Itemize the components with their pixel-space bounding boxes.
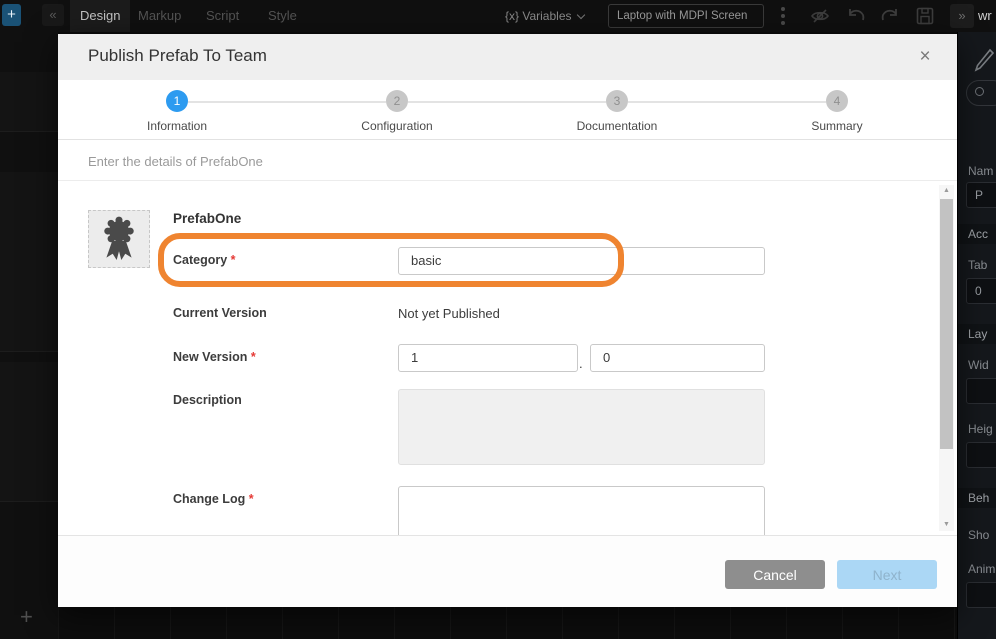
step-label: Documentation bbox=[537, 119, 697, 133]
change-log-textarea[interactable] bbox=[398, 486, 765, 535]
save-icon[interactable] bbox=[914, 5, 936, 27]
screen: + « Design Markup Script Style {x} Varia… bbox=[0, 0, 996, 639]
dialog-subtitle-row: Enter the details of PrefabOne bbox=[58, 140, 957, 181]
redo-icon[interactable] bbox=[879, 5, 901, 27]
cancel-button[interactable]: Cancel bbox=[725, 560, 825, 589]
step-information[interactable]: 1 Information bbox=[97, 90, 257, 133]
prefab-name: PrefabOne bbox=[173, 211, 241, 226]
new-version-label: New Version * bbox=[173, 350, 256, 364]
dialog-subtitle: Enter the details of PrefabOne bbox=[88, 154, 263, 169]
add-page-button[interactable]: + bbox=[20, 604, 33, 630]
tab-style[interactable]: Style bbox=[258, 0, 307, 32]
tab-script[interactable]: Script bbox=[196, 0, 249, 32]
section-behavior[interactable]: Beh bbox=[958, 488, 996, 508]
dialog-form: PrefabOne Category * basic Current Versi… bbox=[58, 181, 957, 535]
current-version-value: Not yet Published bbox=[398, 306, 500, 321]
edit-pencil-icon[interactable] bbox=[972, 48, 994, 74]
property-label-width: Wid bbox=[968, 358, 989, 372]
change-log-label: Change Log * bbox=[173, 492, 254, 506]
category-input[interactable]: basic bbox=[398, 247, 765, 275]
property-label-tabindex: Tab bbox=[968, 258, 987, 272]
wizard-steps: 1 Information 2 Configuration 3 Document… bbox=[58, 80, 957, 140]
undo-icon[interactable] bbox=[845, 5, 867, 27]
design-canvas bbox=[58, 607, 957, 639]
property-input-tabindex[interactable]: 0 bbox=[966, 278, 996, 304]
new-version-label-text: New Version bbox=[173, 350, 247, 364]
property-input-height[interactable] bbox=[966, 442, 996, 468]
variables-label: {x} Variables bbox=[505, 9, 572, 23]
step-label: Information bbox=[97, 119, 257, 133]
chevron-down-icon bbox=[576, 11, 584, 19]
properties-panel: Nam P Acc Tab 0 Lay Wid Heig Beh Sho Ani… bbox=[957, 32, 996, 639]
scrollbar-thumb[interactable] bbox=[940, 199, 953, 449]
property-input-animation[interactable] bbox=[966, 582, 996, 608]
category-label: Category * bbox=[173, 253, 236, 267]
preview-eye-off-icon[interactable] bbox=[809, 5, 831, 27]
description-textarea bbox=[398, 389, 765, 465]
version-minor-input[interactable]: 0 bbox=[590, 344, 765, 372]
add-widget-button[interactable]: + bbox=[2, 4, 21, 26]
top-toolbar: + « Design Markup Script Style {x} Varia… bbox=[0, 0, 996, 32]
device-selector-value: Laptop with MDPI Screen bbox=[617, 10, 747, 22]
dialog-footer: Cancel Next bbox=[58, 535, 957, 607]
tab-markup[interactable]: Markup bbox=[128, 0, 191, 32]
description-label: Description bbox=[173, 393, 242, 407]
expand-right-icon[interactable]: » bbox=[950, 4, 974, 28]
section-layout[interactable]: Lay bbox=[958, 324, 996, 344]
step-documentation[interactable]: 3 Documentation bbox=[537, 90, 697, 133]
section-accessibility[interactable]: Acc bbox=[958, 224, 996, 244]
search-icon bbox=[975, 87, 984, 96]
property-label-name: Nam bbox=[968, 164, 993, 178]
dialog-header: Publish Prefab To Team × bbox=[58, 34, 957, 80]
publish-prefab-dialog: Publish Prefab To Team × 1 Information 2… bbox=[58, 34, 957, 607]
step-label: Configuration bbox=[317, 119, 477, 133]
form-scrollbar[interactable]: ▲ ▼ bbox=[939, 185, 954, 531]
property-label-show: Sho bbox=[968, 528, 989, 542]
property-search-box[interactable] bbox=[966, 80, 996, 106]
property-input-width[interactable] bbox=[966, 378, 996, 404]
close-icon[interactable]: × bbox=[913, 45, 937, 69]
change-log-label-text: Change Log bbox=[173, 492, 245, 506]
step-summary[interactable]: 4 Summary bbox=[757, 90, 917, 133]
property-label-height: Heig bbox=[968, 422, 993, 436]
clipped-toolbar-text: wr bbox=[978, 0, 992, 32]
step-number-badge: 2 bbox=[386, 90, 408, 112]
category-label-text: Category bbox=[173, 253, 227, 267]
step-configuration[interactable]: 2 Configuration bbox=[317, 90, 477, 133]
device-selector-dropdown[interactable]: Laptop with MDPI Screen bbox=[608, 4, 764, 28]
rosette-badge-icon bbox=[89, 211, 149, 267]
prefab-icon-box bbox=[88, 210, 150, 268]
required-asterisk: * bbox=[249, 492, 254, 506]
more-options-icon[interactable] bbox=[781, 7, 785, 25]
required-asterisk: * bbox=[251, 350, 256, 364]
property-label-animation: Anim bbox=[968, 562, 995, 576]
step-number-badge: 4 bbox=[826, 90, 848, 112]
left-sidebar: + bbox=[0, 32, 58, 639]
variables-menu[interactable]: {x} Variables bbox=[505, 0, 584, 32]
tab-design[interactable]: Design bbox=[70, 0, 130, 32]
step-label: Summary bbox=[757, 119, 917, 133]
scroll-up-icon[interactable]: ▲ bbox=[939, 185, 954, 197]
next-button[interactable]: Next bbox=[837, 560, 937, 589]
scroll-down-icon[interactable]: ▼ bbox=[939, 519, 954, 531]
step-number-badge: 1 bbox=[166, 90, 188, 112]
required-asterisk: * bbox=[231, 253, 236, 267]
current-version-label: Current Version bbox=[173, 306, 267, 320]
version-separator: . bbox=[579, 356, 583, 371]
collapse-left-icon[interactable]: « bbox=[42, 4, 64, 26]
version-major-input[interactable]: 1 bbox=[398, 344, 578, 372]
dialog-title: Publish Prefab To Team bbox=[88, 46, 267, 66]
property-input-name[interactable]: P bbox=[966, 182, 996, 208]
step-number-badge: 3 bbox=[606, 90, 628, 112]
